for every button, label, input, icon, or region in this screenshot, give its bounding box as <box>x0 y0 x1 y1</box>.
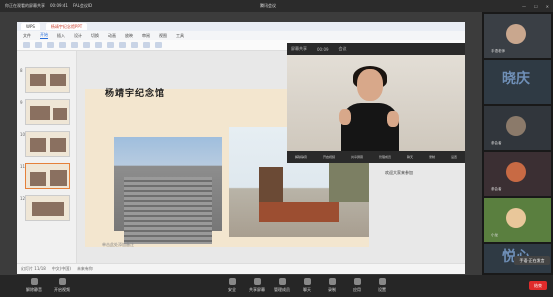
wps-tabbar: WPS 杨靖宇纪念馆PPT <box>17 22 465 31</box>
share-status: 你正在观看的屏幕共享 <box>5 3 45 8</box>
menu-view[interactable]: 视图 <box>159 33 167 39</box>
mini-meeting-bar: 屏幕共享 00:09 会议 <box>287 43 465 55</box>
participant-tile[interactable]: 小龙 <box>484 198 551 242</box>
slide-thumb[interactable]: 9 <box>20 99 70 125</box>
participant-tile[interactable]: 参会者 <box>484 152 551 196</box>
chat-message: 欢迎大家来参加 <box>385 170 413 175</box>
italic-icon[interactable] <box>107 42 114 48</box>
paste-icon[interactable] <box>23 42 30 48</box>
layout-icon[interactable] <box>71 42 78 48</box>
copy-icon[interactable] <box>47 42 54 48</box>
shape-icon[interactable] <box>131 42 138 48</box>
cut-icon[interactable] <box>35 42 42 48</box>
record-button[interactable]: 录制 <box>320 278 344 293</box>
speaker-video <box>287 55 465 151</box>
speaking-toast: 手语·正在发言 <box>514 256 550 265</box>
slide-counter: 幻灯片 11/18 <box>21 266 46 271</box>
apps-button[interactable]: 应用 <box>345 278 369 293</box>
slide-title: 杨靖宇纪念馆 <box>105 89 166 99</box>
language-status: 中文(中国) <box>51 266 71 271</box>
menu-animation[interactable]: 动画 <box>108 33 116 39</box>
align-icon[interactable] <box>119 42 126 48</box>
close-icon[interactable]: ✕ <box>546 4 549 9</box>
members-button[interactable]: 管理成员 <box>270 278 294 293</box>
new-slide-icon[interactable] <box>59 42 66 48</box>
tab-document[interactable]: 杨靖宇纪念馆PPT <box>45 23 88 30</box>
meeting-id[interactable]: FAL会议ID <box>73 3 92 9</box>
participant-tile[interactable]: 晓庆 <box>484 60 551 104</box>
font-icon[interactable] <box>83 42 90 48</box>
chat-button[interactable]: 聊天 <box>295 278 319 293</box>
people-icon <box>278 278 286 285</box>
arrange-icon[interactable] <box>143 42 150 48</box>
menu-review[interactable]: 审阅 <box>142 33 150 39</box>
shield-icon <box>228 278 236 285</box>
chat-button[interactable]: 聊天 <box>407 155 413 159</box>
menu-slideshow[interactable]: 放映 <box>125 33 133 39</box>
share-button[interactable]: 共享屏幕 <box>351 155 363 159</box>
share-screen-button[interactable]: 共享屏幕 <box>245 278 269 293</box>
slide-thumb-selected[interactable]: 11 <box>20 163 70 189</box>
meeting-timer: 00:09:41 <box>50 3 68 8</box>
meeting-toolbar: 解除静音 开启视频 安全 共享屏幕 管理成员 聊天 录制 应用 设置 结束 <box>0 275 553 297</box>
slide-thumb[interactable]: 10 <box>20 131 70 157</box>
memorial-steps-photo[interactable] <box>114 137 222 244</box>
settings-button[interactable]: 设置 <box>370 278 394 293</box>
participant-strip: 手语老师 晓庆 参会者 参会者 小龙 悦心 <box>482 12 553 275</box>
mute-button[interactable]: 解除静音 <box>295 155 307 159</box>
end-meeting-button[interactable]: 结束 <box>529 281 547 290</box>
maximize-icon[interactable]: ☐ <box>534 4 538 9</box>
slide-thumb[interactable]: 8 <box>20 67 70 93</box>
record-button[interactable]: 录制 <box>429 155 435 159</box>
meeting-app: 你正在观看的屏幕共享 00:09:41 FAL会议ID 腾讯会议 — ☐ ✕ W… <box>0 0 553 297</box>
minimize-icon[interactable]: — <box>522 4 526 9</box>
meeting-top-bar: 你正在观看的屏幕共享 00:09:41 FAL会议ID 腾讯会议 — ☐ ✕ <box>0 0 553 12</box>
video-toggle-button[interactable]: 开启视频 <box>50 278 74 293</box>
mic-icon <box>30 278 38 285</box>
picture-icon[interactable] <box>155 42 162 48</box>
wps-menu: 文件 开始 插入 设计 切换 动画 放映 审阅 视图 工具 <box>17 31 465 40</box>
sign-language-teacher <box>339 66 399 151</box>
bold-icon[interactable] <box>95 42 102 48</box>
share-icon <box>253 278 261 285</box>
video-button[interactable]: 开启视频 <box>323 155 335 159</box>
camera-icon <box>58 278 66 285</box>
menu-home[interactable]: 开始 <box>40 32 48 39</box>
apps-icon <box>353 278 361 285</box>
menu-transition[interactable]: 切换 <box>91 33 99 39</box>
tab-wps[interactable]: WPS <box>21 23 40 30</box>
security-button[interactable]: 安全 <box>220 278 244 293</box>
participant-tile[interactable]: 参会者 <box>484 106 551 150</box>
slide-thumbnails: 8 9 10 11 12 <box>17 51 77 263</box>
menu-file[interactable]: 文件 <box>23 33 31 39</box>
settings-button[interactable]: 设置 <box>451 155 457 159</box>
status-bar: 幻灯片 11/18 中文(中国) 未来有你 <box>17 263 465 274</box>
mini-meeting-window[interactable]: 屏幕共享 00:09 会议 解除静音 开启视频 共享屏幕 管理成员 聊天 录制 … <box>287 43 465 163</box>
window-title: 腾讯会议 <box>260 3 276 8</box>
notes-placeholder[interactable]: 单击此处添加备注 <box>102 242 134 248</box>
theme-status: 未来有你 <box>76 266 93 271</box>
menu-insert[interactable]: 插入 <box>57 33 65 39</box>
chat-icon <box>303 278 311 285</box>
gear-icon <box>378 278 386 285</box>
participant-tile[interactable]: 手语老师 <box>484 14 551 58</box>
record-icon <box>328 278 336 285</box>
slide-thumb[interactable]: 12 <box>20 195 70 221</box>
mini-toolbar: 解除静音 开启视频 共享屏幕 管理成员 聊天 录制 设置 <box>287 151 465 163</box>
members-button[interactable]: 管理成员 <box>379 155 391 159</box>
menu-tools[interactable]: 工具 <box>176 33 184 39</box>
unmute-button[interactable]: 解除静音 <box>22 278 46 293</box>
menu-design[interactable]: 设计 <box>74 33 82 39</box>
